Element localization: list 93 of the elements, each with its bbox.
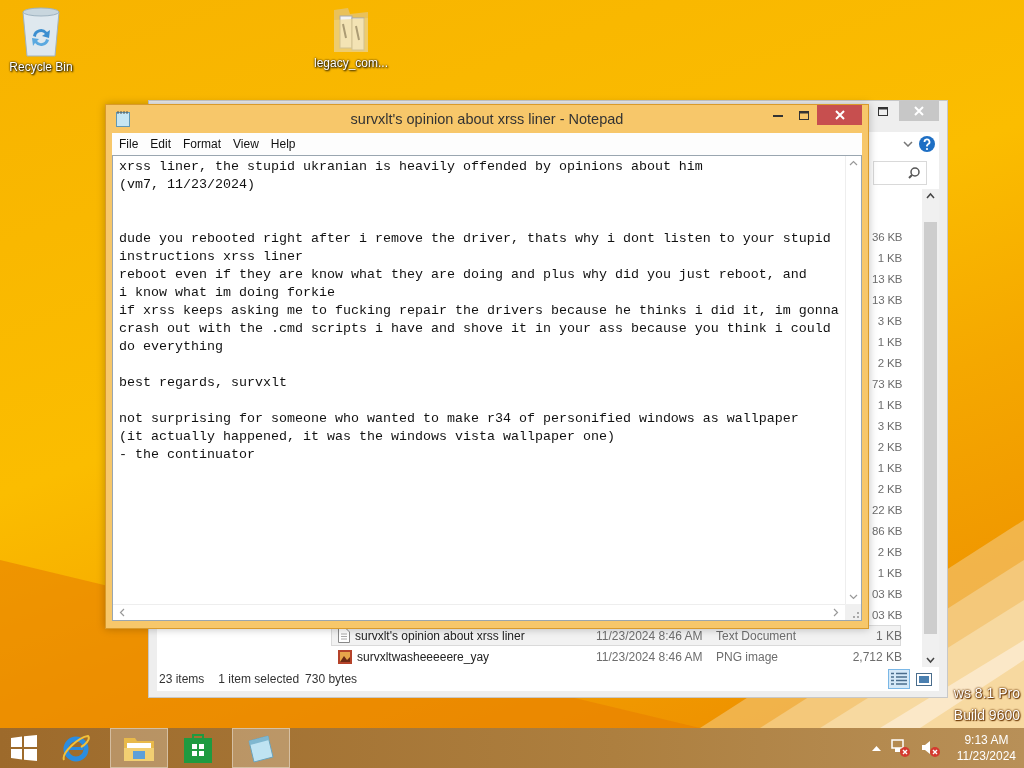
menu-item[interactable]: Edit — [144, 137, 178, 151]
image-file-icon — [338, 649, 352, 664]
clock-time[interactable]: 9:13 AM — [964, 732, 1009, 748]
close-button[interactable] — [817, 105, 862, 125]
file-name: survxlt's opinion about xrss liner — [355, 628, 525, 643]
size-cell-text: 3 KB — [876, 419, 902, 432]
size-cell: 13 KB — [872, 272, 902, 285]
size-cell-text: 1 KB — [876, 335, 902, 348]
file-row[interactable]: 2 KB — [871, 541, 901, 563]
file-row[interactable]: 2 KB — [871, 436, 901, 458]
menu-item[interactable]: Help — [264, 137, 302, 151]
taskbar-button[interactable] — [110, 728, 168, 768]
size-grip-icon — [853, 612, 859, 618]
size-cell: 03 KB — [872, 608, 902, 621]
selection-count: 1 item selected — [218, 672, 300, 687]
maximize-icon — [878, 106, 888, 116]
file-row[interactable]: 1 KB — [871, 457, 901, 479]
scroll-left-icon — [119, 608, 125, 617]
menu-item[interactable]: Format — [177, 137, 228, 151]
window-title: survxlt's opinion about xrss liner - Notepad — [350, 111, 624, 127]
file-row[interactable]: 36 KB — [871, 226, 901, 248]
size-cell-text: 1 KB — [876, 461, 902, 474]
maximize-icon — [799, 110, 809, 120]
file-row[interactable]: 22 KB — [871, 499, 901, 521]
file-row[interactable]: 2 KB — [871, 352, 901, 374]
date-cell-text: 11/23/2024 8:46 AM — [596, 649, 704, 664]
notepad-icon — [116, 111, 130, 127]
file-row[interactable]: 86 KB — [871, 520, 901, 542]
size-cell-text: 1 KB — [876, 251, 902, 264]
size-cell-text: 1 KB — [876, 398, 902, 411]
speaker-muted-icon[interactable] — [920, 739, 941, 757]
file-row[interactable]: 13 KB — [871, 268, 901, 290]
file-row[interactable]: 1 KB — [871, 247, 901, 269]
file-row[interactable]: 13 KB — [871, 289, 901, 311]
recycle-bin-icon[interactable] — [19, 6, 63, 58]
file-row[interactable]: 3 KB — [871, 310, 901, 332]
selection-size: 730 bytes — [305, 672, 358, 687]
thumbnail-view-icon — [916, 672, 932, 686]
file-row[interactable]: 2 KB — [871, 478, 901, 500]
help-icon[interactable] — [919, 136, 935, 153]
file-name: survxltwasheeeeere_yay — [357, 649, 490, 664]
search-icon — [908, 166, 920, 179]
size-cell-text: 3 KB — [876, 314, 902, 327]
watermark-text: Build 9600 — [953, 706, 1020, 725]
store-bag-icon — [184, 733, 212, 763]
type-cell-text: PNG image — [716, 649, 780, 664]
search-field[interactable] — [873, 160, 927, 185]
size-cell: 13 KB — [872, 293, 902, 306]
caret-up-icon[interactable] — [871, 745, 881, 751]
scrollbar[interactable] — [922, 189, 939, 668]
size-cell: 73 KB — [872, 377, 902, 390]
scroll-right-icon — [833, 608, 839, 617]
scroll-down-icon — [849, 594, 858, 600]
scroll-thumb[interactable] — [924, 222, 937, 635]
size-cell-text: 2 KB — [876, 356, 902, 369]
desktop-icon-label: Recycle Bin — [9, 60, 73, 74]
file-row[interactable]: 73 KB — [871, 373, 901, 395]
size-cell-text: 1 KB — [876, 566, 902, 579]
close-icon — [834, 110, 845, 120]
minimize-icon — [773, 113, 783, 117]
watermark-text: ws 8.1 Pro — [953, 684, 1020, 703]
network-error-icon[interactable] — [890, 739, 911, 757]
file-row[interactable]: 03 KB — [871, 583, 901, 605]
browser-icon — [61, 733, 91, 763]
clock-date[interactable]: 11/23/2024 — [956, 748, 1016, 764]
size-cell: 03 KB — [872, 587, 902, 600]
menu-item[interactable]: File — [113, 137, 145, 151]
start-icon — [11, 735, 37, 761]
size-cell-text: 2 KB — [876, 545, 902, 558]
file-row[interactable]: 1 KB — [871, 562, 901, 584]
file-row[interactable]: 03 KB — [871, 604, 901, 626]
close-icon — [914, 106, 924, 116]
file-row[interactable]: 3 KB — [871, 415, 901, 437]
size-cell: 86 KB — [872, 524, 902, 537]
date-cell-text: 11/23/2024 8:46 AM — [596, 628, 704, 643]
size-cell-text: 2,712 KB — [851, 649, 902, 664]
menu-item[interactable]: View — [227, 137, 265, 151]
size-cell-text: 1 KB — [875, 628, 902, 643]
scroll-up-icon — [849, 160, 858, 166]
details-view-button[interactable] — [888, 669, 910, 690]
notepad-icon — [246, 733, 276, 763]
size-cell: 22 KB — [872, 503, 902, 516]
item-count: 23 items — [159, 672, 205, 687]
size-cell-text: 2 KB — [876, 440, 902, 453]
file-row[interactable]: 1 KB — [871, 394, 901, 416]
chevron-down-icon[interactable] — [903, 141, 913, 148]
size-cell: 36 KB — [872, 230, 902, 243]
file-row[interactable]: 1 KB — [871, 331, 901, 353]
type-cell-text: Text Document — [716, 628, 798, 643]
file-row[interactable]: survxltwasheeeeere_yay 11/23/2024 8:46 AM PNG image 2,712 KB — [331, 646, 901, 668]
details-view-icon — [891, 672, 907, 687]
desktop-icon-label: legacy_com... — [313, 56, 388, 70]
size-cell-text: 2 KB — [876, 482, 902, 495]
